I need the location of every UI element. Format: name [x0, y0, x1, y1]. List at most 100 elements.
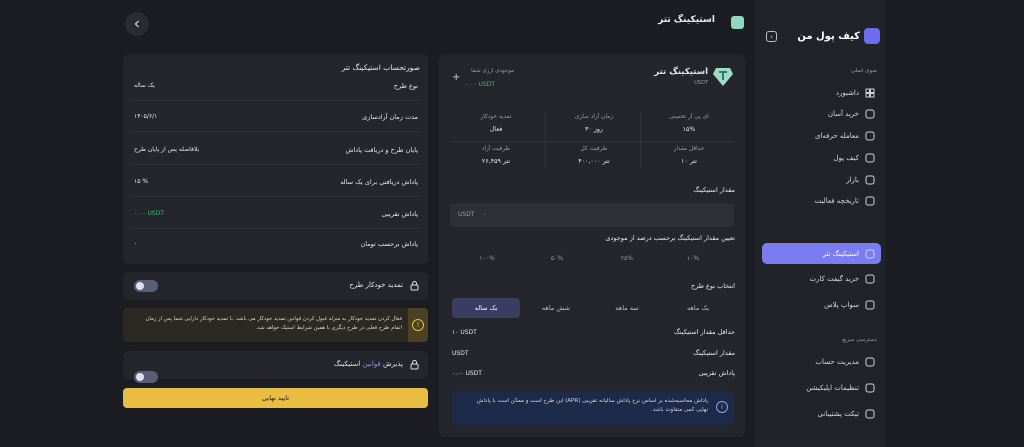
warning-icon: !: [412, 319, 424, 331]
lock-icon: [409, 359, 420, 370]
chevron-left-icon: ‹: [770, 32, 773, 41]
ticket-icon: [865, 409, 875, 419]
stat-value: فعال: [489, 126, 503, 133]
sidebar-item[interactable]: معامله حرفه‌ای: [762, 125, 881, 146]
apr-info-text: پاداش محاسبه‌شده بر اساس نرخ پاداش سالیا…: [476, 398, 708, 413]
gift-icon: [865, 274, 875, 284]
lock-icon: [409, 280, 420, 291]
sidebar-item[interactable]: بازار: [762, 169, 881, 190]
wallet-icon: [865, 153, 875, 163]
sidebar-item-label: کیف پول: [833, 153, 859, 162]
auto-renew-toggle[interactable]: [134, 280, 158, 292]
invoice-row-label: پاداش برحسب تومان: [360, 240, 418, 248]
quick-access-item[interactable]: تیکت پشتیبانی: [762, 403, 881, 424]
invoice-row-divider: [130, 228, 421, 229]
plan-type-tab[interactable]: سه ماهه: [593, 298, 661, 318]
invoice-row-divider: [130, 100, 421, 101]
stat-label: زمان آزاد سازی: [574, 114, 614, 120]
sidebar-item-label: تاریخچه فعالیت: [814, 196, 859, 205]
sidebar-item[interactable]: داشبورد: [762, 82, 881, 103]
stats-divider-h: [452, 141, 735, 142]
section-main-title: منوی اصلی: [850, 68, 877, 74]
user-card-icon: [865, 357, 875, 367]
plan-type-tab[interactable]: یک ماهه: [664, 298, 732, 318]
market-icon: [865, 175, 875, 185]
page-title: استیکینگ تتر: [658, 15, 715, 25]
quick-access-item[interactable]: مدیریت حساب: [762, 351, 881, 372]
swap-icon: [865, 300, 875, 310]
invoice-row-divider: [130, 196, 421, 197]
stats-divider-v1: [545, 112, 546, 169]
percent-option[interactable]: ۱۰%: [668, 255, 718, 262]
percent-option[interactable]: ۱۰۰%: [462, 255, 512, 262]
reward-label: پاداش تقریبی: [698, 369, 735, 377]
history-icon: [865, 196, 875, 206]
balance-label: موجودی ارزی شما: [471, 68, 514, 74]
terms-suffix: استیکینگ: [333, 360, 361, 368]
terms-prefix: پذیرش: [383, 360, 403, 368]
auto-renew-label: تمدید خودکار طرح: [349, 281, 403, 289]
plan-title: استیکینگ تتر: [654, 67, 708, 77]
stat-label: تمدید خودکار: [480, 114, 512, 120]
stat-value: ۱۵%: [682, 126, 696, 133]
quick-access-item[interactable]: تنظیمات اپلیکیشن: [762, 377, 881, 398]
sidebar-collapse-button[interactable]: ‹: [766, 31, 777, 42]
balance-value: ۰.۰۰ USDT: [465, 81, 495, 88]
section-quick-title: دسترسی سریع: [842, 337, 877, 343]
stake-value: USDT: [452, 350, 469, 357]
chevron-left-icon: [134, 20, 139, 28]
plan-currency: USDT: [694, 80, 708, 86]
sidebar-item[interactable]: تاریخچه فعالیت: [762, 190, 881, 211]
logo-icon: [864, 28, 880, 44]
stats-divider-v2: [640, 112, 641, 169]
amount-label: مقدار استیکینگ: [693, 186, 735, 194]
percent-label: تعیین مقدار استیکینگ برحسب درصد از موجود…: [605, 234, 735, 242]
info-icon: i: [716, 401, 728, 413]
sidebar-item-label: بازار: [846, 175, 859, 184]
sidebar-item[interactable]: استیکینگ تتر: [762, 243, 881, 264]
stat-label: ظرفیت آزاد: [481, 146, 511, 152]
invoice-row-label: مدت زمان آزادسازی: [362, 113, 418, 121]
reward-value: ۰.۰۰ USDT: [452, 370, 482, 377]
plan-type-tab[interactable]: شش ماهه: [522, 298, 590, 318]
invoice-row-label: پاداش تقریبی: [381, 210, 418, 218]
stat-label: حداقل مقدار: [673, 146, 705, 152]
stake-label: مقدار استیکینگ: [693, 349, 735, 357]
sidebar-item-label: خرید آسان: [827, 109, 859, 118]
chart-icon: [865, 131, 875, 141]
invoice-row-label: نوع طرح: [393, 82, 418, 90]
sidebar-item[interactable]: خرید آسان: [762, 103, 881, 124]
balance-add-button[interactable]: +: [452, 72, 460, 83]
type-label: انتخاب نوع طرح: [690, 282, 735, 290]
amount-unit: USDT: [458, 211, 475, 218]
cart-icon: [865, 109, 875, 119]
stat-value: ۴۰۰,۰۰۰ تتر: [578, 158, 610, 165]
percent-option[interactable]: ۵۰%: [532, 255, 582, 262]
terms-text: پذیرش قوانین استیکینگ: [250, 360, 403, 368]
sidebar-item[interactable]: سواپ پلاس: [762, 294, 881, 315]
percent-option[interactable]: ۲۵%: [602, 255, 652, 262]
invoice-row-divider: [130, 131, 421, 132]
stat-value: ۳۰ روز: [585, 126, 603, 133]
plan-type-tab[interactable]: یک ساله: [452, 298, 520, 318]
back-button[interactable]: [125, 12, 149, 36]
stat-label: ظرفیت کل: [580, 146, 608, 152]
stat-label: ای پی آر تخمینی: [669, 114, 709, 120]
settings-icon: [865, 383, 875, 393]
sidebar-item[interactable]: کیف پول: [762, 147, 881, 168]
tether-icon: [712, 67, 734, 87]
amount-input[interactable]: [450, 203, 734, 227]
invoice-row-value: بلافاصله پس از پایان طرح: [134, 146, 200, 153]
invoice-title: صورتحساب استیکینگ تتر: [341, 63, 420, 72]
sidebar-item[interactable]: خرید گیفت کارت: [762, 268, 881, 289]
terms-link[interactable]: قوانین: [362, 360, 380, 368]
confirm-button[interactable]: تایید نهایی: [123, 388, 428, 408]
tether-title-icon: [731, 16, 744, 29]
plan-panel: [439, 54, 745, 437]
terms-toggle[interactable]: [134, 371, 158, 383]
sidebar-item-label: خرید گیفت کارت: [809, 274, 859, 283]
min-label: حداقل مقدار استیکینگ: [673, 328, 735, 336]
amount-value: ۰: [483, 211, 487, 218]
invoice-row-label: پایان طرح و دریافت پاداش: [345, 146, 418, 154]
sidebar-item-label: استیکینگ تتر: [822, 249, 859, 258]
